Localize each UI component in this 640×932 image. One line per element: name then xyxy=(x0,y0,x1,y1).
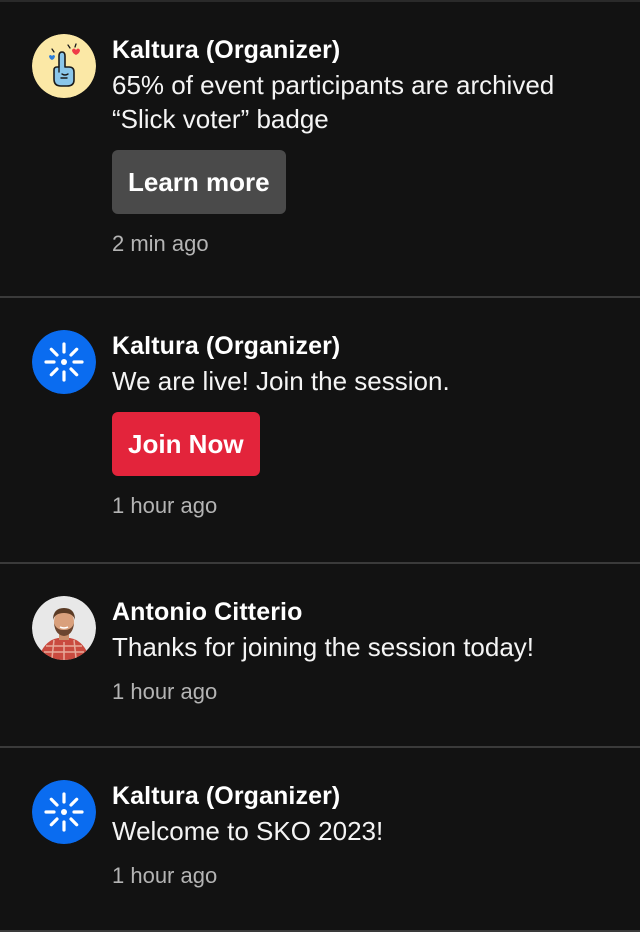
notification-item[interactable]: Antonio Citterio Thanks for joining the … xyxy=(0,564,640,748)
notification-item[interactable]: Kaltura (Organizer) We are live! Join th… xyxy=(0,298,640,564)
slick-voter-badge-icon xyxy=(32,34,96,98)
sender-name: Kaltura (Organizer) xyxy=(112,332,341,360)
timestamp: 1 hour ago xyxy=(112,679,218,704)
learn-more-button[interactable]: Learn more xyxy=(112,150,286,214)
notification-message: 65% of event participants are archived “… xyxy=(112,70,555,134)
user-photo-icon xyxy=(32,596,96,660)
sender-name: Kaltura (Organizer) xyxy=(112,782,341,810)
sender-name: Kaltura (Organizer) xyxy=(112,36,341,64)
timestamp: 1 hour ago xyxy=(112,863,218,888)
notification-item[interactable]: Kaltura (Organizer) 65% of event partici… xyxy=(0,2,640,298)
timestamp: 2 min ago xyxy=(112,231,209,256)
join-now-button[interactable]: Join Now xyxy=(112,412,260,476)
kaltura-logo-icon xyxy=(32,780,96,844)
notification-message: We are live! Join the session. xyxy=(112,366,450,396)
sender-name: Antonio Citterio xyxy=(112,598,303,626)
timestamp: 1 hour ago xyxy=(112,493,218,518)
notification-message: Thanks for joining the session today! xyxy=(112,632,535,662)
notification-item[interactable]: Kaltura (Organizer) Welcome to SKO 2023!… xyxy=(0,748,640,932)
kaltura-logo-icon xyxy=(32,330,96,394)
notification-feed: Kaltura (Organizer) 65% of event partici… xyxy=(0,0,640,932)
notification-message: Welcome to SKO 2023! xyxy=(112,816,384,846)
